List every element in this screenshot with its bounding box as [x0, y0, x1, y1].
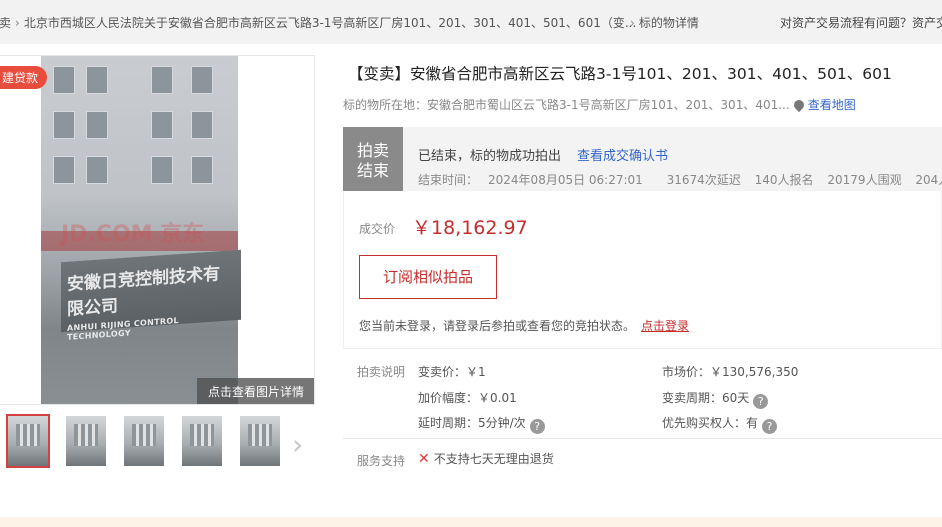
- window-shape: [151, 156, 173, 184]
- delay-period-text: 延时周期：5分钟/次: [418, 416, 526, 430]
- subscribe-similar-button[interactable]: 订阅相似拍品: [359, 255, 497, 299]
- breadcrumb: 卖 › 北京市西城区人民法院关于安徽省合肥市高新区云飞路3-1号高新区厂房101、…: [0, 0, 942, 44]
- lot-address: 标的物所在地：安徽合肥市蜀山区云飞路3-1号高新区厂房101、201、301、4…: [343, 96, 856, 113]
- window-shape: [191, 66, 213, 94]
- window-shape: [86, 111, 108, 139]
- thumbnail-image: [74, 424, 98, 446]
- help-icon[interactable]: ?: [529, 419, 545, 434]
- main-photo[interactable]: JD.COM 京东 安徽日竞控制技术有限公司 ANHUI RIJING CONT…: [41, 56, 241, 404]
- login-notice: 您当前未登录，请登录后参拍或查看您的竞拍状态。 点击登录: [359, 317, 689, 334]
- window-shape: [191, 156, 213, 184]
- end-time: 结束时间： 2024年08月05日 06:27:01: [418, 173, 653, 187]
- window-shape: [151, 111, 173, 139]
- view-map-link[interactable]: 查看地图: [808, 98, 856, 112]
- building-sign: 安徽日竞控制技术有限公司 ANHUI RIJING CONTROL TECHNO…: [61, 249, 241, 342]
- bid-increment: 加价幅度：￥0.01: [418, 391, 517, 405]
- help-link[interactable]: 对资产交易流程有问题？资产交: [780, 14, 942, 31]
- delay-count: 31674次延迟: [666, 173, 741, 187]
- status-result-text: 已结束，标的物成功拍出: [418, 149, 562, 164]
- thumbnail-image: [132, 424, 156, 446]
- status-tag: 拍卖 结束: [343, 127, 403, 191]
- map-pin-icon: [791, 97, 806, 113]
- thumbnail-image: [16, 424, 40, 446]
- status-tag-line: 拍卖: [356, 141, 389, 160]
- service-label: 服务支持: [357, 454, 406, 468]
- priority-buyer-text: 优先购买权人：有: [662, 416, 759, 430]
- window-shape: [53, 66, 75, 94]
- address-label: 标的物所在地：: [343, 98, 428, 112]
- status-result: 已结束，标的物成功拍出 查看成交确认书: [418, 145, 668, 164]
- deal-price: ￥18,162.97: [412, 217, 528, 239]
- auction-info-label: 拍卖说明: [357, 365, 406, 379]
- close-icon: ✕: [418, 451, 430, 467]
- window-shape: [53, 156, 75, 184]
- price-label: 成交价: [359, 222, 396, 236]
- no-return-policy: ✕ 不支持七天无理由退货: [418, 450, 554, 467]
- sale-period-text: 变卖周期：60天: [662, 391, 750, 405]
- thumbnail[interactable]: [240, 416, 280, 466]
- chevron-right-icon: ›: [630, 16, 635, 30]
- breadcrumb-item-sale[interactable]: 卖: [0, 14, 11, 31]
- breadcrumb-item-detail: › 标的物详情: [630, 14, 699, 31]
- no-return-text: 不支持七天无理由退货: [433, 452, 554, 466]
- status-tag-line: 结束: [356, 161, 389, 180]
- signup-count: 140人报名: [754, 173, 814, 187]
- breadcrumb-item-court-notice[interactable]: › 北京市西城区人民法院关于安徽省合肥市高新区云飞路3-1号高新区厂房101、20…: [15, 14, 636, 31]
- address-value: 安徽合肥市蜀山区云飞路3-1号高新区厂房101、201、301、401...: [427, 98, 790, 112]
- auction-status: 拍卖 结束 已结束，标的物成功拍出 查看成交确认书 结束时间： 2024年08月05…: [343, 127, 942, 191]
- breadcrumb-item-label: 标的物详情: [638, 16, 699, 30]
- window-shape: [86, 66, 108, 94]
- window-shape: [86, 156, 108, 184]
- confirm-document-link[interactable]: 查看成交确认书: [577, 149, 668, 164]
- watermark: JD.COM 京东: [61, 222, 205, 247]
- watcher-count: 20179人围观: [827, 173, 902, 187]
- thumbnail-image: [190, 424, 214, 446]
- market-price: 市场价：￥130,576,350: [662, 365, 799, 379]
- footer-strip: [0, 517, 942, 527]
- start-price: 变卖价：￥1: [418, 365, 486, 379]
- help-icon[interactable]: ?: [762, 419, 778, 434]
- thumbnail-image: [248, 424, 272, 446]
- chevron-right-icon[interactable]: ›: [292, 428, 303, 461]
- thumbnail[interactable]: [124, 416, 164, 466]
- end-time-label: 结束时间：: [418, 173, 479, 187]
- view-photo-detail-button[interactable]: 点击查看图片详情: [197, 378, 314, 404]
- divider: [343, 438, 942, 439]
- delay-period: 延时周期：5分钟/次?: [418, 414, 545, 434]
- follower-count: 204人关注: [915, 173, 942, 187]
- login-notice-text: 您当前未登录，请登录后参拍或查看您的竞拍状态。: [359, 319, 636, 333]
- sign-text: 安徽日竞控制技术有限公司: [67, 264, 220, 320]
- price-panel: 成交价 ￥18,162.97 订阅相似拍品 您当前未登录，请登录后参拍或查看您的…: [343, 191, 942, 349]
- status-stats: 结束时间： 2024年08月05日 06:27:01 31674次延迟 140人报…: [418, 171, 942, 188]
- breadcrumb-item-label[interactable]: 北京市西城区人民法院关于安徽省合肥市高新区云飞路3-1号高新区厂房101、201…: [24, 16, 636, 30]
- thumbnail-strip: ›: [0, 414, 320, 470]
- chevron-right-icon: ›: [15, 16, 20, 30]
- login-link[interactable]: 点击登录: [641, 319, 689, 333]
- window-shape: [53, 111, 75, 139]
- thumbnail[interactable]: [66, 416, 106, 466]
- image-gallery: JD.COM 京东 安徽日竞控制技术有限公司 ANHUI RIJING CONT…: [0, 55, 315, 405]
- window-shape: [191, 111, 213, 139]
- end-time-value: 2024年08月05日 06:27:01: [488, 173, 643, 187]
- priority-buyer: 优先购买权人：有?: [662, 414, 778, 434]
- window-shape: [151, 66, 173, 94]
- loan-badge[interactable]: 建贷款: [0, 66, 48, 89]
- thumbnail[interactable]: [182, 416, 222, 466]
- lot-title: 【变卖】安徽省合肥市高新区云飞路3-1号101、201、301、401、501、…: [348, 65, 892, 83]
- help-icon[interactable]: ?: [753, 394, 769, 409]
- sale-period: 变卖周期：60天?: [662, 389, 769, 409]
- thumbnail[interactable]: [6, 414, 50, 468]
